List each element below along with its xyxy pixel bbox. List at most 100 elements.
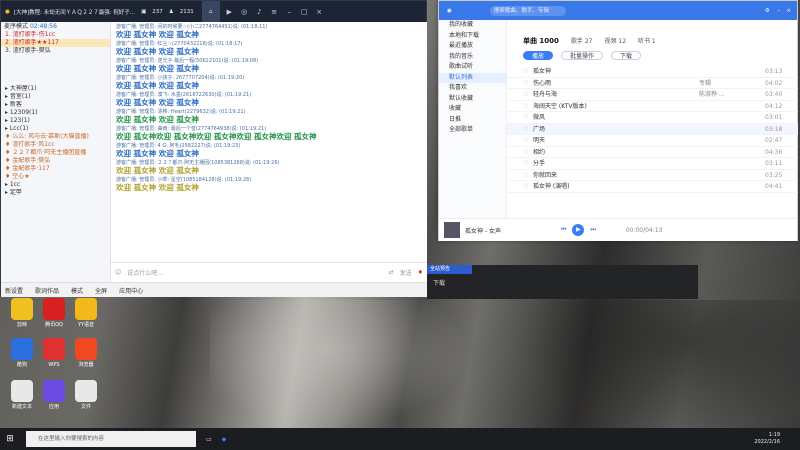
song-row[interactable]: ♡ 孤女神 (演唱) 04:41 <box>507 181 798 193</box>
tab[interactable]: 单曲 1000 <box>523 36 559 48</box>
heart-icon[interactable]: ♡ <box>523 181 533 192</box>
song-row[interactable]: ♡ 海阔天空 (KTV版本) 04:12 <box>507 101 798 112</box>
message-text: 欢迎 孤女神 欢迎 孤女神 <box>116 30 199 39</box>
desktop-icon[interactable]: 腾讯QQ <box>36 298 72 328</box>
video-icon[interactable]: ▶ <box>224 8 235 16</box>
home-button[interactable]: ⌂ <box>201 1 220 22</box>
bottom-bar-item[interactable]: 应用中心 <box>119 286 143 295</box>
member-item[interactable]: ♦ 空心★ <box>1 173 110 181</box>
song-row[interactable]: ♡ 微风 03:01 <box>507 112 798 124</box>
emoji-icon[interactable]: ☺ <box>115 269 121 276</box>
menu-icon[interactable]: ≡ <box>269 8 280 16</box>
sidebar-item[interactable]: 最近播放 <box>439 41 506 52</box>
bottom-bar-item[interactable]: 全屏 <box>95 286 107 295</box>
channel-item[interactable]: ▸ 1cc <box>1 181 110 189</box>
bottom-bar-item[interactable]: 新设置 <box>5 286 23 295</box>
taskbar-search[interactable]: 在这里输入你要搜索的内容 <box>26 431 196 447</box>
heart-icon[interactable]: ♡ <box>523 78 533 89</box>
sidebar-item[interactable]: 默认收藏 <box>439 94 506 105</box>
desktop-icon[interactable]: 应用 <box>36 380 72 410</box>
close-button[interactable]: × <box>314 8 325 16</box>
share-icon[interactable]: ⇄ <box>389 269 394 276</box>
sidebar-item[interactable]: 我喜欢 <box>439 83 506 94</box>
desktop-icon[interactable]: YY语音 <box>68 298 104 328</box>
desktop-icon[interactable]: 浏览器 <box>68 338 104 368</box>
song-row[interactable]: ♡ 伤心雨 专辑 04:02 <box>507 78 798 89</box>
member-item[interactable]: ♦ ２２７都爪·阿无主播团直播 <box>1 149 110 157</box>
song-row[interactable]: ♡ 分手 03:11 <box>507 158 798 170</box>
desktop-icon[interactable]: 剪映 <box>4 298 40 328</box>
heart-icon[interactable]: ♡ <box>523 158 533 169</box>
close-button[interactable]: × <box>786 8 791 14</box>
member-item[interactable]: ♦ 金配歌手·117 <box>1 165 110 173</box>
sidebar-item[interactable]: 收藏 <box>439 104 506 115</box>
app-icon[interactable]: ◆ <box>222 436 227 443</box>
play-button[interactable]: ▶ <box>572 224 585 236</box>
channel-item[interactable]: ▸ 12309(1) <box>1 109 110 117</box>
song-row[interactable]: ♡ 相约 04:36 <box>507 147 798 158</box>
heart-icon[interactable]: ♡ <box>523 135 533 146</box>
game-icon[interactable]: ◎ <box>239 8 250 16</box>
bottom-bar-item[interactable]: 歌词作品 <box>35 286 59 295</box>
start-button[interactable]: ⊞ <box>0 434 20 444</box>
song-row[interactable]: ♡ 明天 02:47 <box>507 135 798 147</box>
tab[interactable]: 视频 12 <box>604 36 626 48</box>
channel-item[interactable]: ▸ 大神屋(1) <box>1 85 110 93</box>
song-row[interactable]: ♡ 孤女神 03:13 <box>507 66 798 78</box>
heart-icon[interactable]: ♡ <box>523 66 533 77</box>
desktop-icon[interactable]: 新建文本 <box>4 380 40 410</box>
member-item[interactable]: ♦ 渣打歌手·风1cc <box>1 141 110 149</box>
desktop-icon[interactable]: 酷狗 <box>4 338 40 368</box>
gift-icon[interactable]: ♦ <box>418 269 423 276</box>
mic-queue-item[interactable]: 2. 渣打歌手★★117 <box>1 39 110 47</box>
desktop-icon[interactable]: WPS <box>36 338 72 368</box>
action-button[interactable]: 下载 <box>611 50 642 60</box>
sidebar-item[interactable]: 我的音乐 <box>439 52 506 63</box>
avatar[interactable]: ◉ <box>447 8 452 14</box>
heart-icon[interactable]: ♡ <box>523 112 533 123</box>
channel-item[interactable]: ▸ 定甲 <box>1 189 110 197</box>
tab[interactable]: 听书 1 <box>638 36 656 48</box>
search-input[interactable]: 搜索歌曲、歌手、专辑 <box>489 5 566 16</box>
sidebar-item[interactable]: 我的收藏 <box>439 20 506 31</box>
song-row[interactable]: ♡ 你就回来 03:25 <box>507 170 798 181</box>
mic-queue-item[interactable]: 3. 渣打歌手-樊弘 <box>1 47 110 55</box>
channel-item[interactable]: ▸ 音室(1) <box>1 93 110 101</box>
channel-item[interactable]: ▸ 新客 <box>1 101 110 109</box>
heart-icon[interactable]: ♡ <box>523 147 533 158</box>
taskview-icon[interactable]: ▭ <box>206 436 212 443</box>
sidebar-item[interactable]: 全部歌单 <box>439 125 506 136</box>
bottom-bar-item[interactable]: 模式 <box>71 286 83 295</box>
channel-item[interactable]: ▸ 123(1) <box>1 117 110 125</box>
minimize-button[interactable]: – <box>778 8 781 14</box>
song-album <box>699 147 765 158</box>
song-row[interactable]: ♡ 广场 03:18 <box>507 123 798 135</box>
prev-button[interactable]: ⏮ <box>561 226 566 234</box>
member-item[interactable]: ♦ 么么: 风与云·慕斯(大猫直播) <box>1 133 110 141</box>
chat-input[interactable]: ☺ 说点什么吧... ⇄ 发送 ♦ <box>111 262 427 282</box>
tab[interactable]: 歌手 27 <box>571 36 593 48</box>
song-row[interactable]: ♡ 轻舟与海 陈淑桦·... 03:40 <box>507 89 798 101</box>
chat-message: 游客广播: 管理员: 小乖: 星空(1085184128)说: (01:19:2… <box>111 175 427 192</box>
action-button[interactable]: 批量操作 <box>561 50 604 60</box>
member-item[interactable]: ♦ 金配歌手·樊弘 <box>1 157 110 165</box>
song-name: 广场 <box>533 125 546 133</box>
heart-icon[interactable]: ♡ <box>523 170 533 181</box>
maximize-button[interactable]: □ <box>299 8 310 16</box>
channel-item[interactable]: ▸ Lcc(1) <box>1 125 110 133</box>
minimize-button[interactable]: – <box>284 8 295 16</box>
bell-icon[interactable]: ♪ <box>254 8 265 16</box>
heart-icon[interactable]: ♡ <box>523 124 533 135</box>
send-button[interactable]: 发送 <box>400 268 412 277</box>
next-button[interactable]: ⏭ <box>590 226 595 234</box>
heart-icon[interactable]: ♡ <box>523 101 533 112</box>
settings-icon[interactable]: ⚙ <box>765 8 770 14</box>
sidebar-item[interactable]: 本地和下载 <box>439 31 506 42</box>
mic-queue-item[interactable]: 1. 渣打歌手-伤1cc <box>1 31 110 39</box>
desktop-icon[interactable]: 文件 <box>68 380 104 410</box>
sidebar-item[interactable]: 日推 <box>439 115 506 126</box>
sidebar-item[interactable]: 歌曲试听 <box>439 62 506 73</box>
heart-icon[interactable]: ♡ <box>523 89 533 100</box>
sidebar-item[interactable]: 默认列表 <box>439 72 506 83</box>
action-button[interactable]: 播放 <box>523 50 554 60</box>
